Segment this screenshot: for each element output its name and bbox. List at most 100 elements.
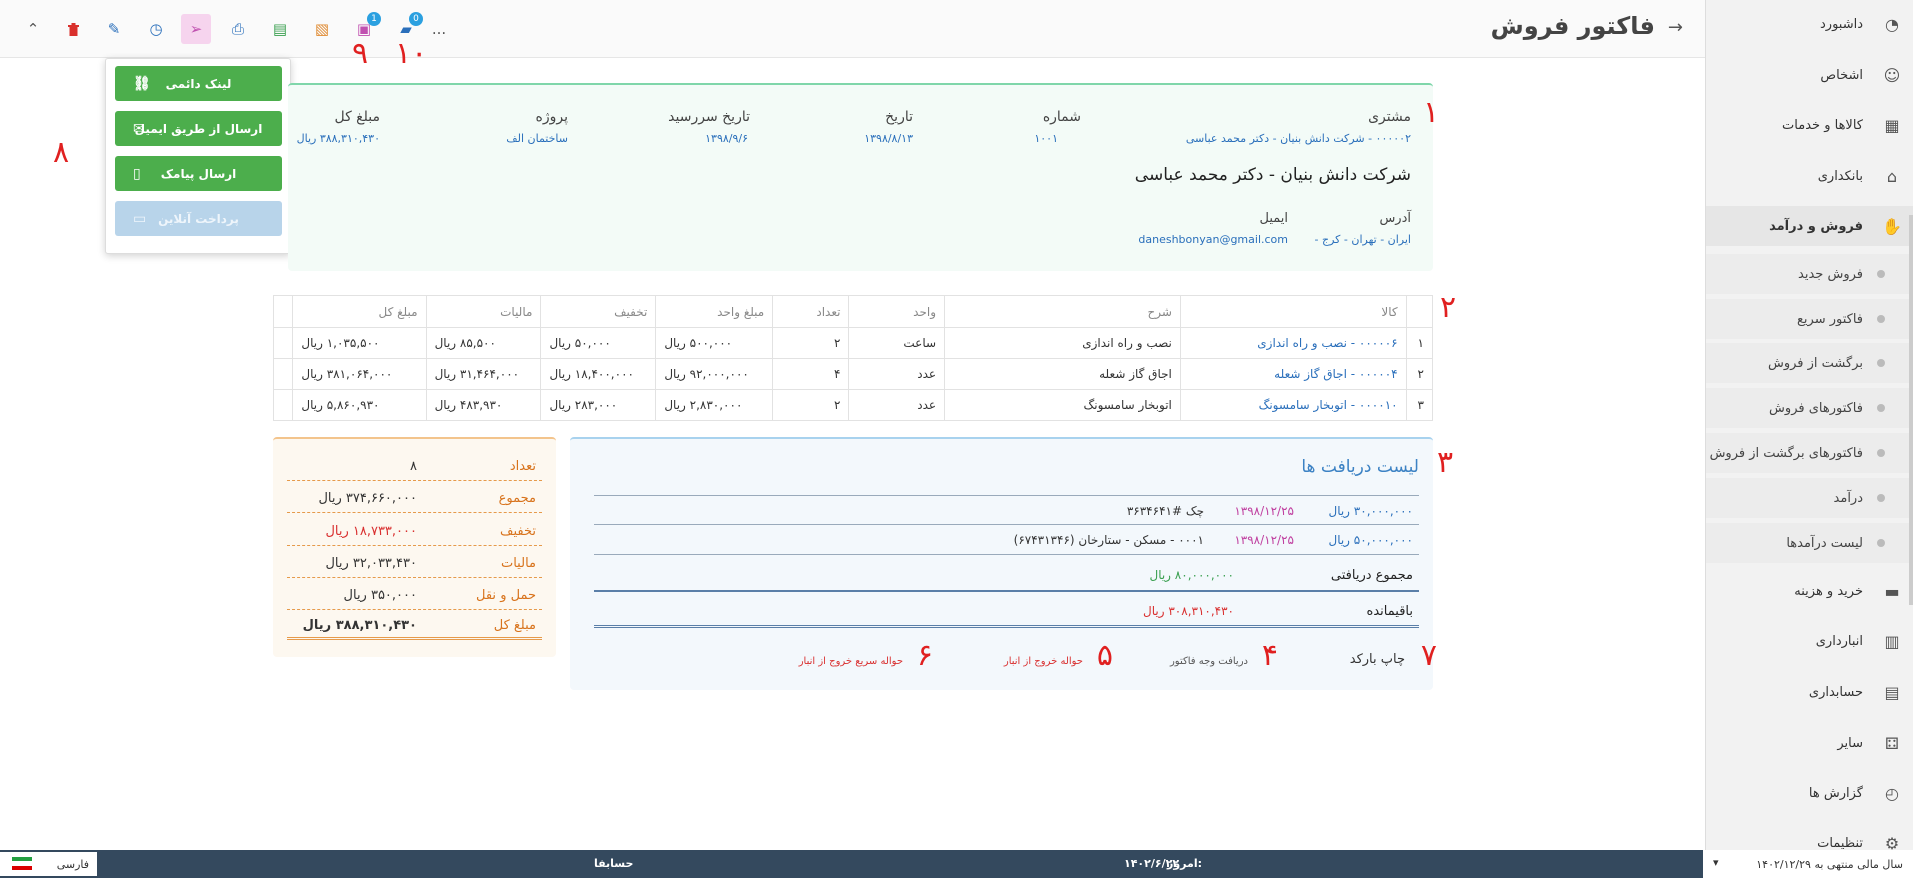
history-clock-icon[interactable]: ◷ bbox=[141, 14, 171, 44]
online-payment-label: پرداخت آنلاین bbox=[158, 211, 239, 226]
col-total: مبلغ کل bbox=[292, 295, 427, 328]
fiscal-year-select[interactable]: سال مالی منتهی به ۱۴۰۲/۱۲/۲۹ ▾ bbox=[1703, 850, 1913, 878]
collapse-chevron-icon[interactable]: ⌃ bbox=[18, 14, 48, 44]
send-email-button[interactable]: ارسال از طریق ایمیل ✉ bbox=[115, 111, 282, 146]
table-row: ۲ ۰۰۰۰۰۴ - اجاق گاز شعله اجاق گاز شعله ع… bbox=[272, 358, 1434, 390]
customer-name: شرکت دانش بنیان - دکتر محمد عباسی bbox=[1134, 165, 1411, 185]
language-select[interactable]: فارسی bbox=[0, 852, 97, 876]
sidebar-sub-income-list[interactable]: لیست درآمدها bbox=[1706, 523, 1913, 563]
sidebar-sub-sales-return[interactable]: برگشت از فروش bbox=[1706, 343, 1913, 383]
chevron-down-icon: ▾ bbox=[1713, 856, 1719, 869]
sidebar-item-label: فروش و درآمد bbox=[1769, 218, 1863, 234]
row-total: ۱,۰۳۵,۵۰۰ ریال bbox=[292, 327, 427, 359]
fiscal-year-label: سال مالی منتهی به ۱۴۰۲/۱۲/۲۹ bbox=[1756, 857, 1903, 871]
row-product-link[interactable]: ۰۰۰۰۰۴ - اجاق گاز شعله bbox=[1179, 358, 1407, 390]
sidebar-item-people[interactable]: اشخاص ☺ bbox=[1706, 55, 1913, 95]
brand-name: حسابفا bbox=[594, 857, 634, 870]
sidebar-item-reports[interactable]: گزارش ها ◴ bbox=[1706, 773, 1913, 813]
warehouse-exit-link[interactable]: حواله خروج از انبار bbox=[1004, 656, 1083, 667]
totals-label: تعداد bbox=[509, 459, 536, 474]
sidebar-sub-return-invoices[interactable]: فاکتورهای برگشت از فروش bbox=[1706, 433, 1913, 473]
sidebar-sub-new-sale[interactable]: فروش جدید bbox=[1706, 254, 1913, 294]
row-discount: ۵۰,۰۰۰ ریال bbox=[540, 327, 657, 359]
sidebar-item-accounting[interactable]: حسابداری ▤ bbox=[1706, 672, 1913, 712]
package-badge: 1 bbox=[367, 12, 381, 26]
customer-label: مشتری bbox=[1368, 109, 1411, 125]
row-total: ۳۸۱,۰۶۴,۰۰۰ ریال bbox=[292, 358, 427, 390]
sidebar-item-warehouse[interactable]: انبارداری ▥ bbox=[1706, 621, 1913, 661]
totals-row: مالیات ۳۲,۰۳۳,۴۳۰ ریال bbox=[287, 551, 542, 578]
edit-pencil-icon[interactable]: ✎ bbox=[99, 14, 129, 44]
receipt-amount[interactable]: ۳۰,۰۰۰,۰۰۰ ریال bbox=[1328, 504, 1413, 518]
reports-icon: ◴ bbox=[1885, 783, 1899, 803]
row-index: ۲ bbox=[1405, 358, 1434, 390]
quick-warehouse-exit-link[interactable]: حواله سریع خروج از انبار bbox=[799, 656, 903, 667]
row-product-link[interactable]: ۰۰۰۰۰۶ - نصب و راه اندازی bbox=[1179, 327, 1407, 359]
col-index bbox=[1405, 295, 1434, 328]
sidebar-item-dashboard[interactable]: داشبورد ◔ bbox=[1706, 4, 1913, 44]
send-sms-label: ارسال پیامک bbox=[160, 166, 237, 181]
print-icon[interactable]: ⎙ bbox=[223, 14, 253, 44]
permalink-label: لینک دائمی bbox=[165, 76, 232, 91]
row-product-link[interactable]: ۰۰۰۰۱۰ - اتوبخار سامسونگ bbox=[1179, 389, 1407, 421]
project-value: ساختمان الف bbox=[506, 132, 568, 145]
annotation-8: ۸ bbox=[53, 135, 70, 170]
number-value: ۱۰۰۱ bbox=[1034, 132, 1058, 145]
sidebar-sub-label: لیست درآمدها bbox=[1786, 535, 1863, 551]
received-total-value: ۸۰,۰۰۰,۰۰۰ ریال bbox=[1149, 568, 1234, 582]
total-value: ۳۸۸,۳۱۰,۴۳۰ ریال bbox=[296, 132, 380, 145]
excel-export-icon[interactable]: ▤ bbox=[265, 14, 295, 44]
sidebar-item-label: کالاها و خدمات bbox=[1782, 117, 1863, 133]
share-dropdown: لینک دائمی ⛓ ارسال از طریق ایمیل ✉ ارسال… bbox=[105, 58, 291, 254]
sidebar-item-purchase[interactable]: خرید و هزینه ▬ bbox=[1706, 571, 1913, 611]
totals-card: تعداد ۸ مجموع ۳۷۴,۶۶۰,۰۰۰ ریال تخفیف ۱۸,… bbox=[273, 437, 556, 657]
row-quantity: ۲ bbox=[772, 327, 850, 359]
total-label: مبلغ کل bbox=[334, 109, 380, 125]
sidebar-item-goods[interactable]: کالاها و خدمات ▦ bbox=[1706, 105, 1913, 145]
sidebar: داشبورد ◔ اشخاص ☺ کالاها و خدمات ▦ بانکد… bbox=[1705, 0, 1913, 850]
more-menu[interactable]: ... bbox=[424, 14, 454, 44]
row-index: ۱ bbox=[1405, 327, 1434, 359]
remaining-row: باقیمانده ۳۰۸,۳۱۰,۴۳۰ ریال bbox=[594, 594, 1419, 628]
delete-icon[interactable] bbox=[58, 14, 88, 44]
online-payment-button[interactable]: پرداخت آنلاین ▭ bbox=[115, 201, 282, 236]
due-date-label: تاریخ سررسید bbox=[668, 109, 750, 125]
pdf-export-icon[interactable]: ▧ bbox=[307, 14, 337, 44]
row-unit: عدد bbox=[848, 389, 946, 421]
receive-payment-link[interactable]: دریافت وجه فاکتور bbox=[1170, 656, 1248, 667]
number-label: شماره bbox=[1042, 109, 1081, 125]
sidebar-item-other[interactable]: سایر ⚃ bbox=[1706, 723, 1913, 763]
received-total-label: مجموع دریافتی bbox=[1330, 568, 1413, 583]
back-arrow-icon[interactable]: → bbox=[1668, 17, 1683, 38]
send-share-icon[interactable]: ➢ bbox=[181, 14, 211, 44]
sidebar-sub-sales-invoices[interactable]: فاکتورهای فروش bbox=[1706, 388, 1913, 428]
sidebar-item-settings[interactable]: تنظیمات ⚙ bbox=[1706, 823, 1913, 851]
envelope-icon: ✉ bbox=[133, 120, 145, 137]
sidebar-item-banking[interactable]: بانکداری ⌂ bbox=[1706, 156, 1913, 196]
sidebar-item-sales[interactable]: فروش و درآمد ✋ bbox=[1706, 206, 1913, 246]
print-barcode-link[interactable]: چاپ بارکد bbox=[1350, 652, 1405, 667]
permalink-button[interactable]: لینک دائمی ⛓ bbox=[115, 66, 282, 101]
sidebar-sub-label: فاکتورهای فروش bbox=[1769, 400, 1863, 416]
totals-label: مبلغ کل bbox=[493, 618, 536, 633]
totals-row: مجموع ۳۷۴,۶۶۰,۰۰۰ ریال bbox=[287, 486, 542, 513]
totals-row: تخفیف ۱۸,۷۳۳,۰۰۰ ریال bbox=[287, 519, 542, 546]
customer-link[interactable]: ۰۰۰۰۰۲ - شرکت دانش بنیان - دکتر محمد عبا… bbox=[1186, 132, 1411, 145]
sidebar-sub-quick-invoice[interactable]: فاکتور سریع bbox=[1706, 299, 1913, 339]
sidebar-item-label: اشخاص bbox=[1820, 67, 1863, 83]
receipt-row: ۵۰,۰۰۰,۰۰۰ ریال ۱۳۹۸/۱۲/۲۵ ۰۰۰۱ - مسکن -… bbox=[594, 525, 1419, 555]
receipts-title: لیست دریافت ها bbox=[1301, 457, 1419, 477]
annotation-1: ۱ bbox=[1423, 95, 1440, 130]
sidebar-sub-income[interactable]: درآمد bbox=[1706, 478, 1913, 518]
send-sms-button[interactable]: ارسال پیامک ▯ bbox=[115, 156, 282, 191]
sidebar-sub-label: درآمد bbox=[1833, 490, 1863, 506]
sidebar-sub-label: برگشت از فروش bbox=[1767, 355, 1863, 371]
sidebar-scrollbar[interactable] bbox=[1909, 215, 1913, 605]
link-icon: ⛓ bbox=[133, 75, 151, 92]
other-icon: ⚃ bbox=[1885, 733, 1899, 753]
send-email-label: ارسال از طریق ایمیل bbox=[134, 121, 263, 136]
receipt-amount[interactable]: ۵۰,۰۰۰,۰۰۰ ریال bbox=[1328, 533, 1413, 547]
totals-row: مبلغ کل ۳۸۸,۳۱۰,۴۳۰ ریال bbox=[287, 613, 542, 640]
totals-value: ۱۸,۷۳۳,۰۰۰ ریال bbox=[325, 524, 417, 539]
row-unit-price: ۵۰۰,۰۰۰ ریال bbox=[655, 327, 774, 359]
